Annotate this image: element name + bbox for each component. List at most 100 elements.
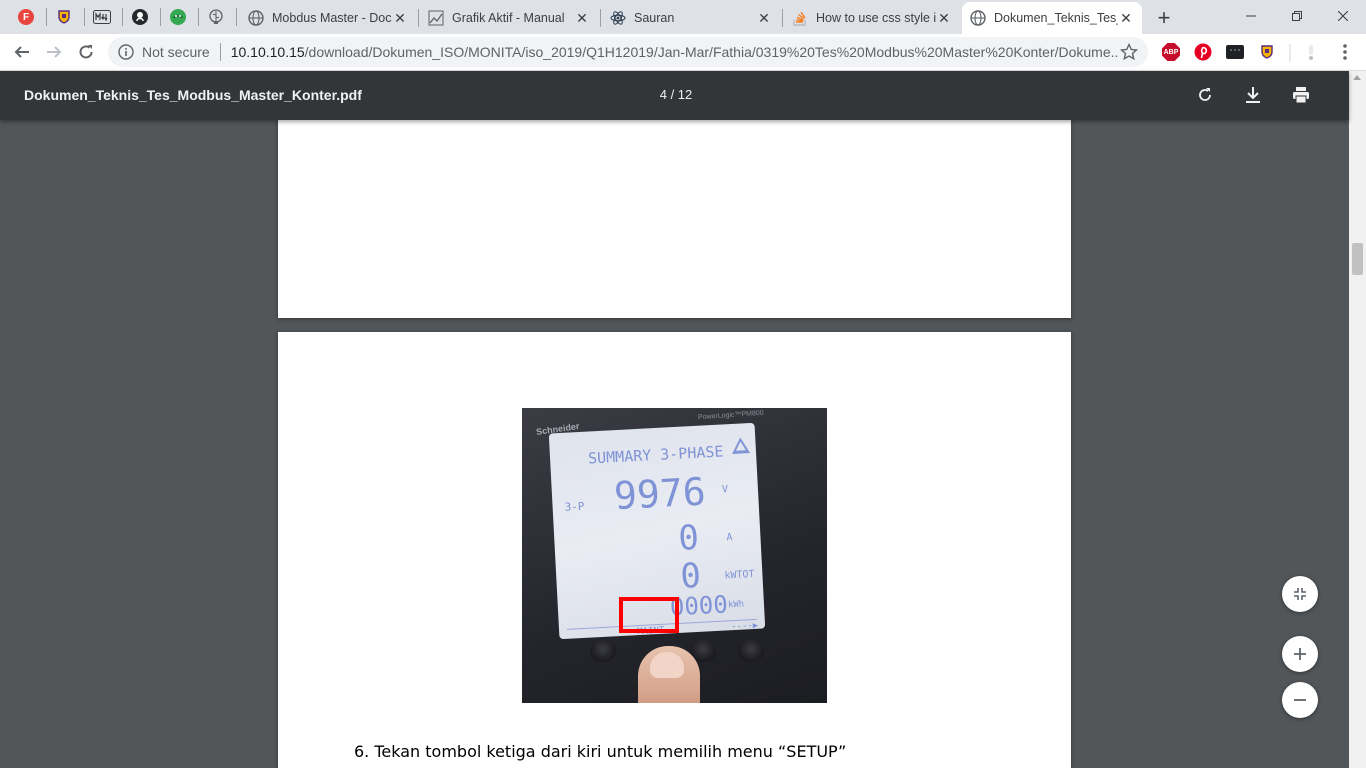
- pinned-tab-f[interactable]: F: [8, 4, 44, 30]
- reload-button[interactable]: [72, 38, 100, 66]
- terminal-icon: [1226, 45, 1244, 59]
- shield-extension-icon: [1261, 45, 1273, 59]
- page-indicator[interactable]: 4 / 12: [640, 87, 712, 102]
- security-status-label[interactable]: Not secure: [142, 44, 210, 60]
- restore-button[interactable]: [1274, 0, 1320, 32]
- close-icon: [1338, 11, 1348, 21]
- url-host: 10.10.10.15: [230, 44, 305, 60]
- print-icon: [1293, 87, 1309, 104]
- f-app-icon: F: [18, 9, 34, 25]
- kebab-menu-icon: [1343, 44, 1347, 60]
- globe-icon: [970, 10, 986, 26]
- close-tab-icon[interactable]: ✕: [574, 10, 590, 26]
- github-icon: [132, 9, 148, 25]
- zoom-out-button[interactable]: [1282, 682, 1318, 718]
- stackoverflow-icon: [792, 10, 808, 26]
- profile-button[interactable]: [1301, 42, 1321, 62]
- arrow-left-icon: [14, 46, 29, 58]
- download-icon: [1246, 87, 1260, 103]
- close-tab-icon[interactable]: ✕: [1118, 10, 1134, 26]
- terminal-extension[interactable]: [1225, 42, 1245, 62]
- close-tab-icon[interactable]: ✕: [936, 10, 952, 26]
- scrollbar-thumb[interactable]: [1352, 243, 1363, 275]
- pdf-title: Dokumen_Teknis_Tes_Modbus_Master_Konter.…: [24, 87, 362, 103]
- fingernail: [650, 652, 684, 678]
- toolbar-divider: [1289, 44, 1291, 62]
- tab-strip: F Mobdus Master - Doc ✕ Grafik Aktif - M…: [0, 0, 1366, 34]
- lcd-current-value: 0: [677, 517, 700, 559]
- arrow-right-icon: [47, 46, 62, 58]
- print-button[interactable]: [1289, 83, 1313, 107]
- pdf-page-previous: [278, 119, 1071, 318]
- meter-button-1: [590, 640, 616, 662]
- info-icon[interactable]: [118, 44, 134, 60]
- scroll-up-arrow-icon[interactable]: [1353, 75, 1361, 80]
- fit-to-page-button[interactable]: [1282, 576, 1318, 612]
- brain-icon: [209, 9, 223, 24]
- plus-icon: [1294, 648, 1306, 660]
- new-tab-button[interactable]: +: [1152, 5, 1176, 30]
- rotate-button[interactable]: [1193, 83, 1217, 107]
- highlight-box: [619, 597, 679, 633]
- tab-how-to-use-css[interactable]: How to use css style in ✕: [784, 2, 960, 34]
- forward-button[interactable]: [40, 38, 68, 66]
- pinned-tab-extension-shield[interactable]: [46, 4, 82, 30]
- shield-extension-icon: [58, 10, 70, 24]
- lcd-menu-arrow: ----▶: [730, 620, 759, 633]
- tab-mobdus-master[interactable]: Mobdus Master - Doc ✕: [240, 2, 416, 34]
- pdf-toolbar: Dokumen_Teknis_Tes_Modbus_Master_Konter.…: [0, 71, 1349, 120]
- pinned-tab-green-app[interactable]: [160, 4, 196, 30]
- restore-icon: [1292, 11, 1302, 21]
- lcd-kwtot-value: 0: [679, 555, 702, 597]
- lcd-header: SUMMARY 3-PHASE: [587, 442, 724, 468]
- pdf-page-current: Schneider PowerLogic™PM800 SUMMARY 3-PHA…: [278, 332, 1071, 768]
- tab-title: Sauran: [634, 11, 675, 25]
- tab-dokumen-teknis[interactable]: Dokumen_Teknis_Tes_ ✕: [962, 2, 1142, 34]
- react-icon: [610, 10, 626, 26]
- tab-sauran[interactable]: Sauran ✕: [602, 2, 780, 34]
- pinterest-icon: [1194, 43, 1212, 61]
- warning-triangle-icon: [731, 437, 751, 454]
- url-text[interactable]: 10.10.10.15/download/Dokumen_ISO/MONITA/…: [231, 44, 1119, 60]
- pinterest-extension[interactable]: [1193, 42, 1213, 62]
- pinned-tab-brain[interactable]: [198, 4, 234, 30]
- meter-button-4: [738, 640, 764, 662]
- minimize-button[interactable]: [1228, 0, 1274, 32]
- vertical-scrollbar[interactable]: [1349, 71, 1366, 768]
- omnibox-divider: [219, 43, 221, 61]
- adblock-plus-extension[interactable]: ABP: [1161, 42, 1181, 62]
- back-button[interactable]: [8, 38, 36, 66]
- lcd-kwtot-unit: kWTOT: [724, 568, 755, 582]
- chrome-menu-button[interactable]: [1335, 42, 1355, 62]
- close-window-button[interactable]: [1320, 0, 1366, 32]
- lcd-voltage-value: 9976: [612, 469, 707, 519]
- tab-grafik-aktif[interactable]: Grafik Aktif - Manual ✕: [420, 2, 598, 34]
- lcd-current-unit: A: [726, 532, 733, 544]
- rotate-icon: [1199, 88, 1211, 101]
- minimize-icon: [1246, 15, 1256, 17]
- zoom-in-button[interactable]: [1282, 636, 1318, 672]
- tab-title: Mobdus Master - Doc: [272, 11, 392, 25]
- pinned-tab-github[interactable]: [122, 4, 158, 30]
- address-bar[interactable]: Not secure 10.10.10.15/download/Dokumen_…: [108, 37, 1148, 67]
- fit-page-icon: [1294, 588, 1306, 600]
- globe-icon: [248, 10, 264, 26]
- tab-title: Grafik Aktif - Manual: [452, 11, 565, 25]
- shield-extension[interactable]: [1257, 42, 1277, 62]
- instruction-step-text: 6. Tekan tombol ketiga dari kiri untuk m…: [354, 742, 847, 761]
- download-button[interactable]: [1241, 83, 1265, 107]
- pinned-tab-markdown[interactable]: [84, 4, 120, 30]
- close-tab-icon[interactable]: ✕: [756, 10, 772, 26]
- url-path: /download/Dokumen_ISO/MONITA/iso_2019/Q1…: [304, 44, 1119, 60]
- minus-icon: [1294, 699, 1306, 701]
- browser-toolbar: Not secure 10.10.10.15/download/Dokumen_…: [0, 34, 1366, 71]
- reload-icon: [79, 45, 93, 59]
- tab-title: How to use css style in: [816, 11, 936, 25]
- chart-page-icon: [428, 10, 444, 26]
- power-meter-photo: Schneider PowerLogic™PM800 SUMMARY 3-PHA…: [522, 408, 827, 703]
- lcd-3p-label: 3-P: [564, 499, 585, 514]
- lcd-voltage-unit: V: [721, 484, 729, 496]
- close-tab-icon[interactable]: ✕: [392, 10, 408, 26]
- tab-title: Dokumen_Teknis_Tes_: [994, 11, 1118, 25]
- bookmark-star-icon[interactable]: [1120, 43, 1138, 61]
